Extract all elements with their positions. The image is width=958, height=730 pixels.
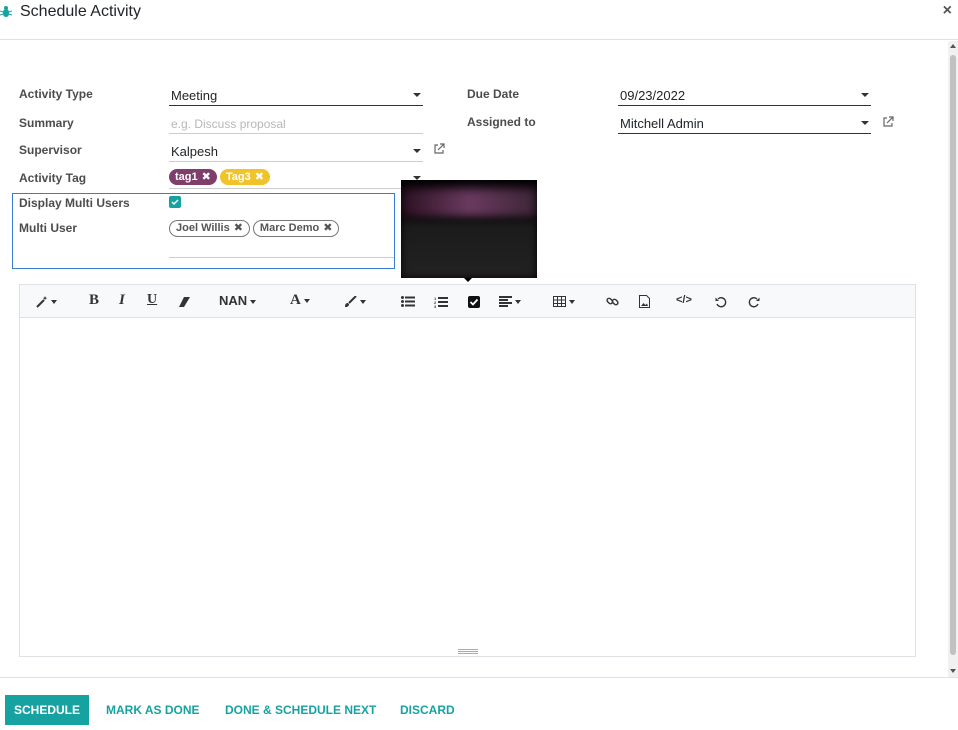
summary-label: Summary <box>19 116 74 130</box>
display-multi-users-checkbox[interactable] <box>169 196 181 208</box>
editor-toolbar: B I U NAN A 123 </> <box>20 285 915 318</box>
link-icon[interactable] <box>606 293 619 308</box>
multi-user-label: Multi User <box>19 221 78 235</box>
scroll-up-arrow-icon[interactable] <box>950 44 956 48</box>
mark-as-done-button[interactable]: MARK AS DONE <box>106 695 200 725</box>
due-date-value: 09/23/2022 <box>620 88 686 103</box>
tag-label: tag1 <box>175 171 198 183</box>
redo-icon[interactable] <box>748 293 760 308</box>
discard-button[interactable]: DISCARD <box>400 695 455 725</box>
supervisor-value: Kalpesh <box>171 144 218 159</box>
font-size-value: NAN <box>219 293 248 308</box>
tag-chip: Tag3 ✖ <box>219 169 270 185</box>
remove-tag-icon[interactable]: ✖ <box>202 171 211 183</box>
eraser-icon[interactable] <box>178 293 192 308</box>
assigned-to-value: Mitchell Admin <box>620 116 704 131</box>
done-schedule-next-button[interactable]: DONE & SCHEDULE NEXT <box>225 695 376 725</box>
scroll-down-arrow-icon[interactable] <box>950 669 956 673</box>
assigned-to-select[interactable]: Mitchell Admin <box>618 112 871 134</box>
remove-user-icon[interactable]: ✖ <box>234 222 243 234</box>
activity-type-label: Activity Type <box>19 87 93 101</box>
remove-user-icon[interactable]: ✖ <box>323 222 332 234</box>
activity-type-select[interactable]: Meeting <box>169 84 423 106</box>
image-icon[interactable] <box>639 293 650 309</box>
code-view-icon[interactable]: </> <box>676 294 692 306</box>
summary-placeholder: e.g. Discuss proposal <box>171 117 286 131</box>
external-link-icon[interactable] <box>433 143 445 155</box>
remove-tag-icon[interactable]: ✖ <box>255 171 264 183</box>
bug-icon <box>0 6 12 17</box>
due-date-input[interactable]: 09/23/2022 <box>618 84 871 106</box>
check-icon <box>171 199 179 206</box>
schedule-activity-dialog: Schedule Activity × Activity Type Meetin… <box>0 0 958 730</box>
activity-type-value: Meeting <box>171 88 218 103</box>
font-size-dropdown[interactable]: NAN <box>219 293 257 308</box>
chevron-down-icon <box>861 93 869 97</box>
editor-content-area[interactable] <box>20 319 915 648</box>
scroll-thumb[interactable] <box>950 55 956 655</box>
chevron-down-icon <box>413 149 421 153</box>
activity-tag-input[interactable]: tag1 ✖ Tag3 ✖ <box>169 167 423 189</box>
svg-text:3: 3 <box>434 304 437 308</box>
font-color-dropdown[interactable]: A <box>290 292 310 309</box>
chevron-down-icon <box>861 121 869 125</box>
chevron-down-icon <box>515 299 521 304</box>
assigned-to-label: Assigned to <box>467 115 536 129</box>
multi-user-input[interactable]: Joel Willis ✖ Marc Demo ✖ <box>169 218 394 258</box>
popup-pointer <box>464 278 472 282</box>
dialog-title: Schedule Activity <box>20 3 141 20</box>
table-dropdown[interactable] <box>553 293 575 308</box>
paint-brush-icon[interactable] <box>344 293 366 308</box>
dialog-footer: SCHEDULE MARK AS DONE DONE & SCHEDULE NE… <box>0 677 958 730</box>
tag-chip: tag1 ✖ <box>169 169 217 185</box>
magic-wand-icon[interactable] <box>36 293 57 308</box>
activity-tag-label: Activity Tag <box>19 171 87 185</box>
align-dropdown[interactable] <box>499 293 521 308</box>
bold-button[interactable]: B <box>89 292 99 309</box>
numbered-list-icon[interactable]: 123 <box>434 293 448 309</box>
user-badge: Marc Demo ✖ <box>252 220 340 237</box>
display-multi-users-label: Display Multi Users <box>19 196 130 210</box>
user-badge: Joel Willis ✖ <box>169 220 250 237</box>
italic-button[interactable]: I <box>119 292 125 309</box>
summary-input[interactable]: e.g. Discuss proposal <box>169 112 423 134</box>
underline-button[interactable]: U <box>147 292 157 308</box>
dialog-header: Schedule Activity × <box>0 0 958 40</box>
redacted-popup <box>401 180 537 278</box>
font-color-label: A <box>290 292 301 308</box>
user-badge-label: Joel Willis <box>176 222 230 234</box>
bullet-list-icon[interactable] <box>401 293 415 308</box>
chevron-down-icon <box>569 299 575 304</box>
resize-handle[interactable] <box>458 649 478 654</box>
undo-icon[interactable] <box>715 293 727 308</box>
schedule-button[interactable]: SCHEDULE <box>5 695 89 725</box>
user-badge-label: Marc Demo <box>259 222 320 234</box>
chevron-down-icon <box>413 93 421 97</box>
supervisor-select[interactable]: Kalpesh <box>169 140 423 162</box>
close-icon[interactable]: × <box>943 2 952 20</box>
scrollbar[interactable] <box>948 41 958 677</box>
note-editor: B I U NAN A 123 </> <box>19 284 916 657</box>
checklist-icon[interactable] <box>468 293 480 308</box>
tag-label: Tag3 <box>225 171 251 183</box>
supervisor-label: Supervisor <box>19 143 82 157</box>
due-date-label: Due Date <box>467 87 520 101</box>
external-link-icon[interactable] <box>882 116 894 128</box>
